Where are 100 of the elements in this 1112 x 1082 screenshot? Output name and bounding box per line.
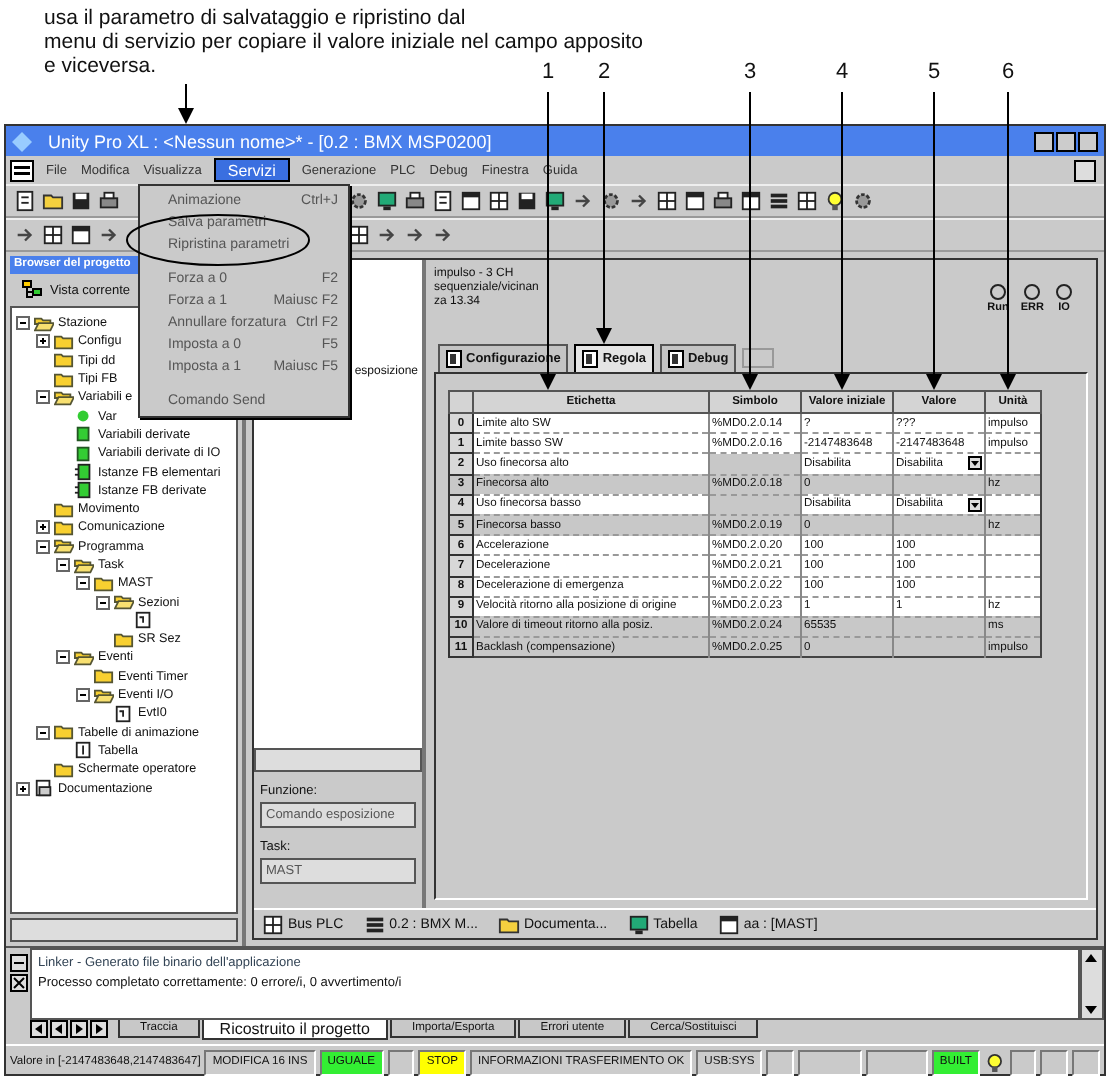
caption-text: e viceversa.: [44, 54, 157, 78]
collapse-icon[interactable]: [16, 316, 30, 331]
previous-icon[interactable]: [50, 1020, 68, 1038]
monitor-icon: [627, 913, 650, 935]
app-icon[interactable]: [10, 159, 34, 181]
open-folder-icon: [114, 592, 134, 613]
arrow-icon[interactable]: [98, 224, 120, 246]
dropdown-arrow-icon[interactable]: [968, 456, 982, 471]
module-icon: [667, 350, 684, 368]
gear-icon[interactable]: [348, 190, 370, 212]
vertical-scrollbar[interactable]: [1080, 948, 1104, 1020]
expand-icon[interactable]: [16, 781, 30, 796]
folder-icon: [54, 499, 74, 520]
collapse-icon[interactable]: [36, 725, 50, 740]
maximize-button[interactable]: [1056, 131, 1076, 151]
collapse-icon[interactable]: [56, 650, 70, 665]
window-icon[interactable]: [684, 190, 706, 212]
collapse-icon[interactable]: [36, 539, 50, 554]
restore-button[interactable]: [1074, 159, 1096, 181]
close-icon[interactable]: [9, 974, 27, 992]
book-icon: [34, 778, 54, 799]
list-icon: [363, 913, 386, 935]
arrow-icon[interactable]: [14, 224, 36, 246]
status-panel: [1072, 1049, 1100, 1075]
status-panel: [1009, 1049, 1037, 1075]
dropdown-arrow-icon[interactable]: [968, 497, 982, 512]
block-icon: [74, 424, 94, 445]
monitor-icon[interactable]: [544, 190, 566, 212]
grid-icon[interactable]: [796, 190, 818, 212]
caption-text: menu di servizio per copiare il valore iniziale nel campo apposito: [44, 30, 643, 54]
collapse-icon[interactable]: [96, 595, 110, 610]
close-button[interactable]: [1078, 131, 1098, 151]
module-icon: [582, 350, 599, 368]
arrow-icon[interactable]: [432, 224, 454, 246]
grid-icon[interactable]: [488, 190, 510, 212]
status-panel: [1040, 1049, 1069, 1075]
callout-arrow: [178, 83, 194, 124]
output-tab[interactable]: Ricostruito il progetto: [201, 1020, 388, 1040]
empty-tab[interactable]: [742, 348, 775, 368]
open-folder-icon: [54, 387, 74, 408]
grid-icon[interactable]: [42, 224, 64, 246]
next-icon[interactable]: [90, 1020, 108, 1038]
collapse-icon[interactable]: [76, 688, 90, 703]
folder-icon: [54, 331, 74, 352]
previous-icon[interactable]: [30, 1020, 48, 1038]
arrow-icon[interactable]: [404, 224, 426, 246]
printer-icon[interactable]: [404, 190, 426, 212]
folder-icon: [54, 759, 74, 780]
callout-number: 1: [541, 60, 555, 84]
grid-icon: [262, 913, 284, 935]
caption-text: usa il parametro di salvataggio e ripristino dal: [44, 6, 466, 30]
open-folder-icon: [74, 648, 94, 668]
document-icon[interactable]: [14, 190, 36, 212]
horizontal-scrollbar[interactable]: [10, 918, 238, 942]
folder-icon: [54, 722, 74, 743]
callout-number: 6: [1001, 60, 1015, 84]
folder-icon: [114, 629, 134, 650]
open-folder-icon: [74, 555, 94, 576]
callout-number: 3: [743, 60, 757, 84]
menu-item[interactable]: Servizi: [213, 158, 290, 182]
window-icon: [717, 913, 740, 935]
expand-icon[interactable]: [36, 520, 50, 535]
collapse-icon[interactable]: [36, 390, 50, 405]
status-panel: [387, 1049, 415, 1075]
status-panel: [865, 1049, 928, 1075]
monitor-icon[interactable]: [376, 190, 398, 212]
scroll-up-icon[interactable]: [1082, 950, 1100, 968]
window-icon[interactable]: [460, 190, 482, 212]
module-icon: [446, 350, 462, 368]
list-icon[interactable]: [768, 190, 790, 212]
grid-icon[interactable]: [656, 190, 678, 212]
section-icon: [134, 610, 154, 631]
callout-number: 2: [597, 60, 611, 84]
arrow-icon[interactable]: [572, 190, 594, 212]
section-icon: [114, 703, 134, 724]
printer-icon[interactable]: [712, 190, 734, 212]
arrow-icon[interactable]: [628, 190, 650, 212]
open-folder-icon: [34, 313, 54, 334]
scroll-down-icon[interactable]: [1082, 1000, 1100, 1018]
arrow-icon[interactable]: [376, 224, 398, 246]
bulb-icon[interactable]: [824, 190, 846, 212]
printer-icon[interactable]: [98, 190, 120, 212]
collapse-icon[interactable]: [76, 576, 90, 591]
tree-view-icon[interactable]: [22, 280, 42, 300]
open-folder-icon: [94, 685, 114, 706]
window-title: Unity Pro XL : <Nessun nome>* - [0.2 : BMX MSP0200]: [48, 131, 492, 151]
minimize-button[interactable]: [1034, 131, 1054, 151]
horizontal-scrollbar[interactable]: [254, 748, 422, 772]
collapse-icon[interactable]: [56, 558, 70, 572]
document-icon[interactable]: [432, 190, 454, 212]
block-icon: [74, 443, 94, 464]
pin-icon[interactable]: [9, 954, 27, 972]
table-icon: [74, 740, 94, 761]
gear-icon[interactable]: [852, 190, 874, 212]
folder-icon[interactable]: [42, 190, 64, 212]
window-icon[interactable]: [70, 224, 92, 246]
next-icon[interactable]: [70, 1020, 88, 1038]
gear-icon[interactable]: [600, 190, 622, 212]
folder-icon: [54, 350, 74, 371]
expand-icon[interactable]: [36, 334, 50, 349]
